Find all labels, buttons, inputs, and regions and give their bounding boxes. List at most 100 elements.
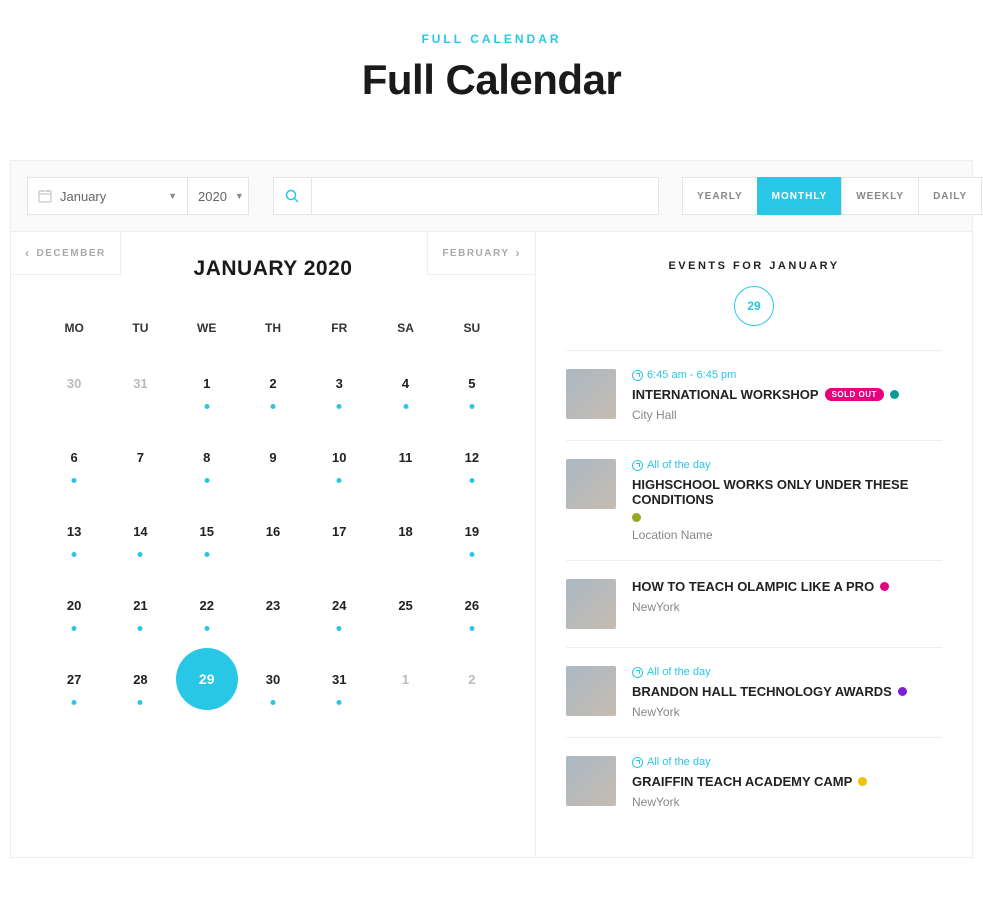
calendar-day-cell[interactable]: 27 [41,645,107,719]
event-category-dot [898,687,907,696]
calendar-day-cell[interactable]: 1 [372,645,438,719]
weekday-label: WE [174,307,240,349]
calendar-day-cell[interactable]: 23 [240,571,306,645]
calendar-day-cell[interactable]: 30 [41,349,107,423]
calendar-day-cell[interactable]: 9 [240,423,306,497]
weekday-label: TH [240,307,306,349]
weekday-label: FR [306,307,372,349]
calendar-day-number: 5 [456,367,488,399]
calendar-day-cell[interactable]: 15 [174,497,240,571]
calendar-day-cell[interactable]: 11 [372,423,438,497]
calendar-day-number: 1 [191,367,223,399]
calendar-day-cell[interactable]: 21 [107,571,173,645]
calendar-day-cell[interactable]: 4 [372,349,438,423]
view-daily-button[interactable]: DAILY [918,177,982,215]
event-indicator-dot [138,700,143,705]
calendar-day-cell[interactable]: 5 [439,349,505,423]
calendar-day-cell[interactable]: 22 [174,571,240,645]
search-input[interactable] [311,177,659,215]
clock-icon [632,757,643,768]
calendar-day-number: 30 [257,663,289,695]
calendar-day-cell[interactable]: 2 [240,349,306,423]
events-list: 6:45 am - 6:45 pm INTERNATIONAL WORKSHOP S… [566,350,942,827]
prev-month-button[interactable]: ‹ DECEMBER [11,232,121,275]
calendar-day-number: 1 [390,663,422,695]
event-location: Location Name [632,528,942,542]
calendar-day-number: 20 [58,589,90,621]
calendar-day-cell[interactable]: 29 [174,645,240,719]
year-select[interactable]: 2020 ▼ [187,177,249,215]
calendar-day-number: 26 [456,589,488,621]
calendar-week-row: 272829 30 31 12 [41,645,505,719]
calendar-day-cell[interactable]: 24 [306,571,372,645]
calendar-day-number: 17 [323,515,355,547]
event-indicator-dot [72,700,77,705]
page-eyebrow: FULL CALENDAR [0,32,983,46]
event-indicator-dot [270,404,275,409]
event-title: INTERNATIONAL WORKSHOP SOLD OUT [632,387,942,402]
sold-out-badge: SOLD OUT [825,388,884,401]
view-yearly-button[interactable]: YEARLY [682,177,758,215]
calendar-day-cell[interactable]: 28 [107,645,173,719]
calendar-grid: MOTUWETHFRSASU 3031123456789101112131415… [11,281,535,719]
calendar-day-cell[interactable]: 8 [174,423,240,497]
event-indicator-dot [138,626,143,631]
calendar-day-cell[interactable]: 10 [306,423,372,497]
calendar-day-number: 18 [390,515,422,547]
calendar-day-cell[interactable]: 26 [439,571,505,645]
calendar-day-cell[interactable]: 18 [372,497,438,571]
calendar-day-cell[interactable]: 2 [439,645,505,719]
event-item[interactable]: 6:45 am - 6:45 pm INTERNATIONAL WORKSHOP S… [566,350,942,440]
calendar-day-cell[interactable]: 31 [306,645,372,719]
page-title: Full Calendar [0,56,983,104]
event-body: 6:45 am - 6:45 pm INTERNATIONAL WORKSHOP S… [632,369,942,422]
weekday-label: SU [439,307,505,349]
event-title-text: INTERNATIONAL WORKSHOP [632,387,819,402]
calendar-day-cell[interactable]: 31 [107,349,173,423]
calendar-day-number: 9 [257,441,289,473]
event-thumbnail [566,369,616,419]
calendar-day-cell[interactable]: 16 [240,497,306,571]
calendar-day-cell[interactable]: 12 [439,423,505,497]
calendar-day-cell[interactable]: 13 [41,497,107,571]
chevron-left-icon: ‹ [25,246,31,260]
event-indicator-dot [469,404,474,409]
event-time-text: All of the day [647,666,711,678]
search-button[interactable] [273,177,311,215]
calendar-day-number: 30 [58,367,90,399]
calendar-day-cell[interactable]: 19 [439,497,505,571]
calendar-day-cell[interactable]: 25 [372,571,438,645]
event-category-dot [880,582,889,591]
calendar-day-cell[interactable]: 1 [174,349,240,423]
date-select-group: January ▼ 2020 ▼ [27,177,249,215]
calendar-day-cell[interactable]: 30 [240,645,306,719]
calendar-day-number: 29 [176,648,238,710]
next-month-button[interactable]: FEBRUARY › [427,232,535,275]
calendar-day-cell[interactable]: 6 [41,423,107,497]
calendar-day-cell[interactable]: 3 [306,349,372,423]
calendar-day-number: 23 [257,589,289,621]
calendar-day-cell[interactable]: 14 [107,497,173,571]
month-select[interactable]: January ▼ [27,177,187,215]
event-indicator-dot [204,626,209,631]
chevron-down-icon: ▼ [168,191,177,201]
calendar-day-cell[interactable]: 17 [306,497,372,571]
event-time-text: 6:45 am - 6:45 pm [647,369,736,381]
event-time-text: All of the day [647,459,711,471]
event-time: All of the day [632,756,942,768]
view-monthly-button[interactable]: MONTHLY [757,177,843,215]
events-column: EVENTS FOR JANUARY 29 6:45 am - 6:45 pmI… [536,232,972,857]
event-indicator-dot [204,478,209,483]
event-item[interactable]: All of the dayBRANDON HALL TECHNOLOGY AW… [566,647,942,737]
event-item[interactable]: HOW TO TEACH OLAMPIC LIKE A PRONewYork [566,560,942,647]
clock-icon [632,370,643,381]
calendar-day-number: 10 [323,441,355,473]
event-item[interactable]: All of the dayGRAIFFIN TEACH ACADEMY CAM… [566,737,942,827]
event-time-text: All of the day [647,756,711,768]
event-item[interactable]: All of the dayHIGHSCHOOL WORKS ONLY UNDE… [566,440,942,560]
calendar-day-number: 14 [124,515,156,547]
calendar-day-cell[interactable]: 20 [41,571,107,645]
calendar-day-cell[interactable]: 7 [107,423,173,497]
view-toggle-group: YEARLY MONTHLY WEEKLY DAILY LIST [683,177,983,215]
view-weekly-button[interactable]: WEEKLY [841,177,919,215]
